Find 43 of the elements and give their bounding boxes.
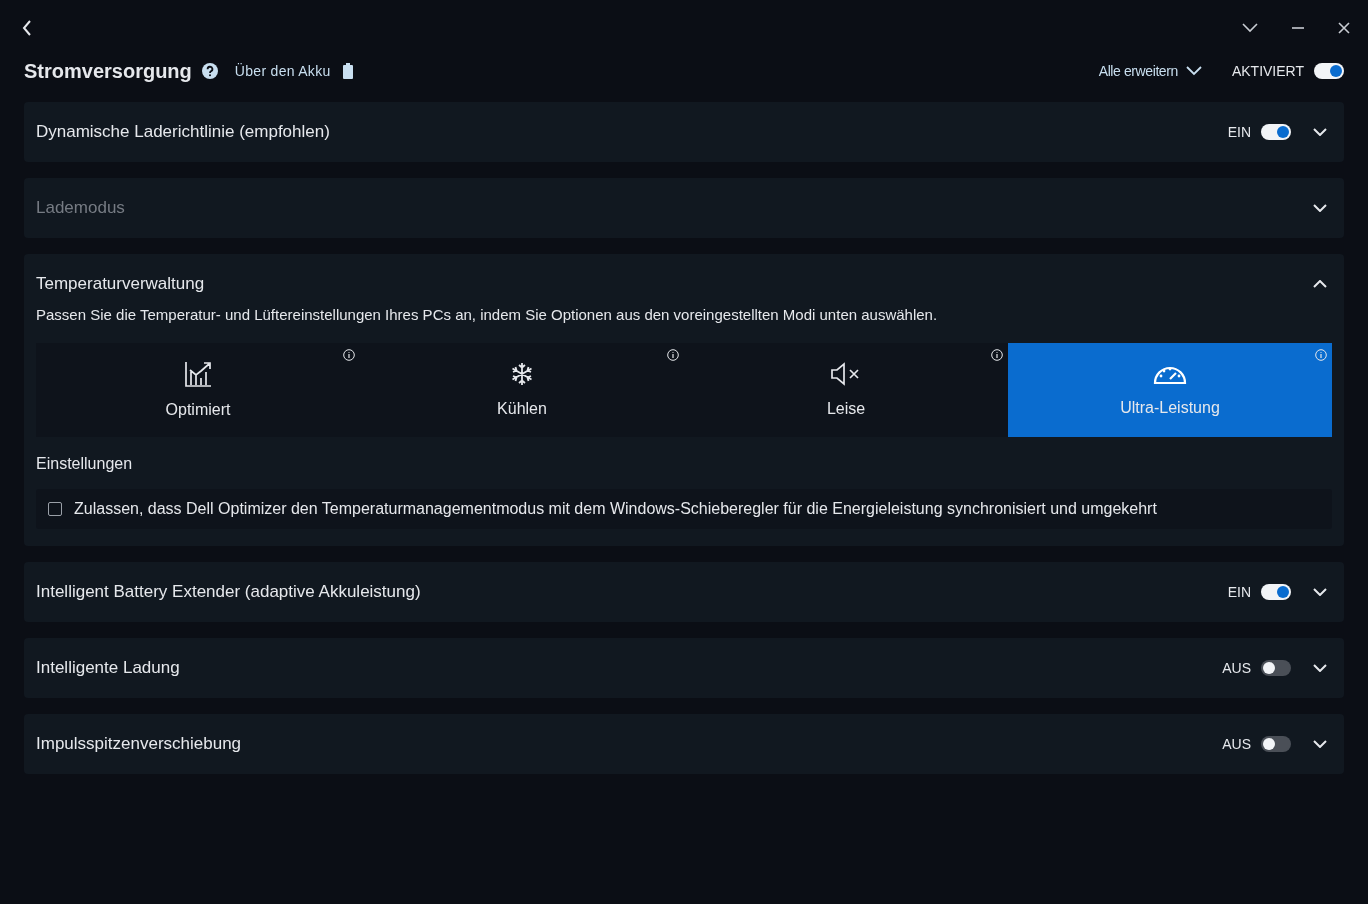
toggle-label: EIN <box>1227 584 1251 600</box>
chevron-down-icon <box>1185 66 1202 76</box>
snowflake-icon <box>510 362 534 386</box>
toggle-label: EIN <box>1227 124 1251 140</box>
section-title[interactable]: Intelligent Battery Extender (adaptive Akkuleistung) <box>36 582 421 602</box>
section-description: Passen Sie die Temperatur- und Lüftereinstellungen Ihres PCs an, indem Sie Optionen aus den voreingestellten Modi unten auswählen. <box>36 306 939 323</box>
chevron-down-icon[interactable] <box>1313 128 1327 136</box>
battery-info-link[interactable]: Über den Akku <box>234 63 331 79</box>
section-title[interactable]: Dynamische Laderichtlinie (empfohlen) <box>36 122 330 142</box>
bar-chart-icon <box>184 361 212 387</box>
mode-tile[interactable]: Ultra-Leistung <box>1008 343 1332 437</box>
section-title[interactable]: Temperaturverwaltung <box>36 274 205 294</box>
toggle-switch[interactable] <box>1314 63 1344 79</box>
info-icon[interactable] <box>667 349 679 361</box>
chevron-down-icon[interactable] <box>1313 588 1327 596</box>
checkbox[interactable] <box>48 502 62 516</box>
checkbox-label[interactable]: Zulassen, dass Dell Optimizer den Temperaturmanagementmodus mit dem Windows-Schieberegler für die Energieleistung synchronisiert und umgekehrt <box>74 500 1157 518</box>
section-title[interactable]: Intelligente Ladung <box>36 658 180 678</box>
toggle-switch[interactable] <box>1261 736 1291 752</box>
info-icon[interactable] <box>991 349 1003 361</box>
toggle-label: AKTIVIERT <box>1231 63 1304 79</box>
chevron-down-icon[interactable] <box>1242 23 1258 33</box>
info-icon[interactable] <box>343 349 355 361</box>
section-title[interactable]: Impulsspitzenverschiebung <box>36 734 242 754</box>
toggle-switch[interactable] <box>1261 660 1291 676</box>
chevron-up-icon[interactable] <box>1313 280 1327 288</box>
page-title: Stromversorgung <box>24 59 192 83</box>
help-icon[interactable] <box>201 63 218 79</box>
toggle-switch[interactable] <box>1261 584 1291 600</box>
back-icon[interactable] <box>21 19 33 37</box>
toggle-switch[interactable] <box>1261 124 1291 140</box>
expand-all-button[interactable]: Alle erweitern <box>1098 63 1202 79</box>
chevron-down-icon[interactable] <box>1313 740 1327 748</box>
close-icon[interactable] <box>1338 22 1350 34</box>
mode-tile[interactable]: Leise <box>684 343 1008 437</box>
mode-tile[interactable]: Optimiert <box>36 343 360 437</box>
toggle-label: AUS <box>1222 660 1251 676</box>
speaker-muted-icon <box>830 362 862 386</box>
settings-label: Einstellungen <box>36 455 134 473</box>
chevron-down-icon[interactable] <box>1313 664 1327 672</box>
toggle-label: AUS <box>1222 736 1251 752</box>
mode-tile[interactable]: Kühlen <box>360 343 684 437</box>
battery-icon <box>342 63 353 79</box>
